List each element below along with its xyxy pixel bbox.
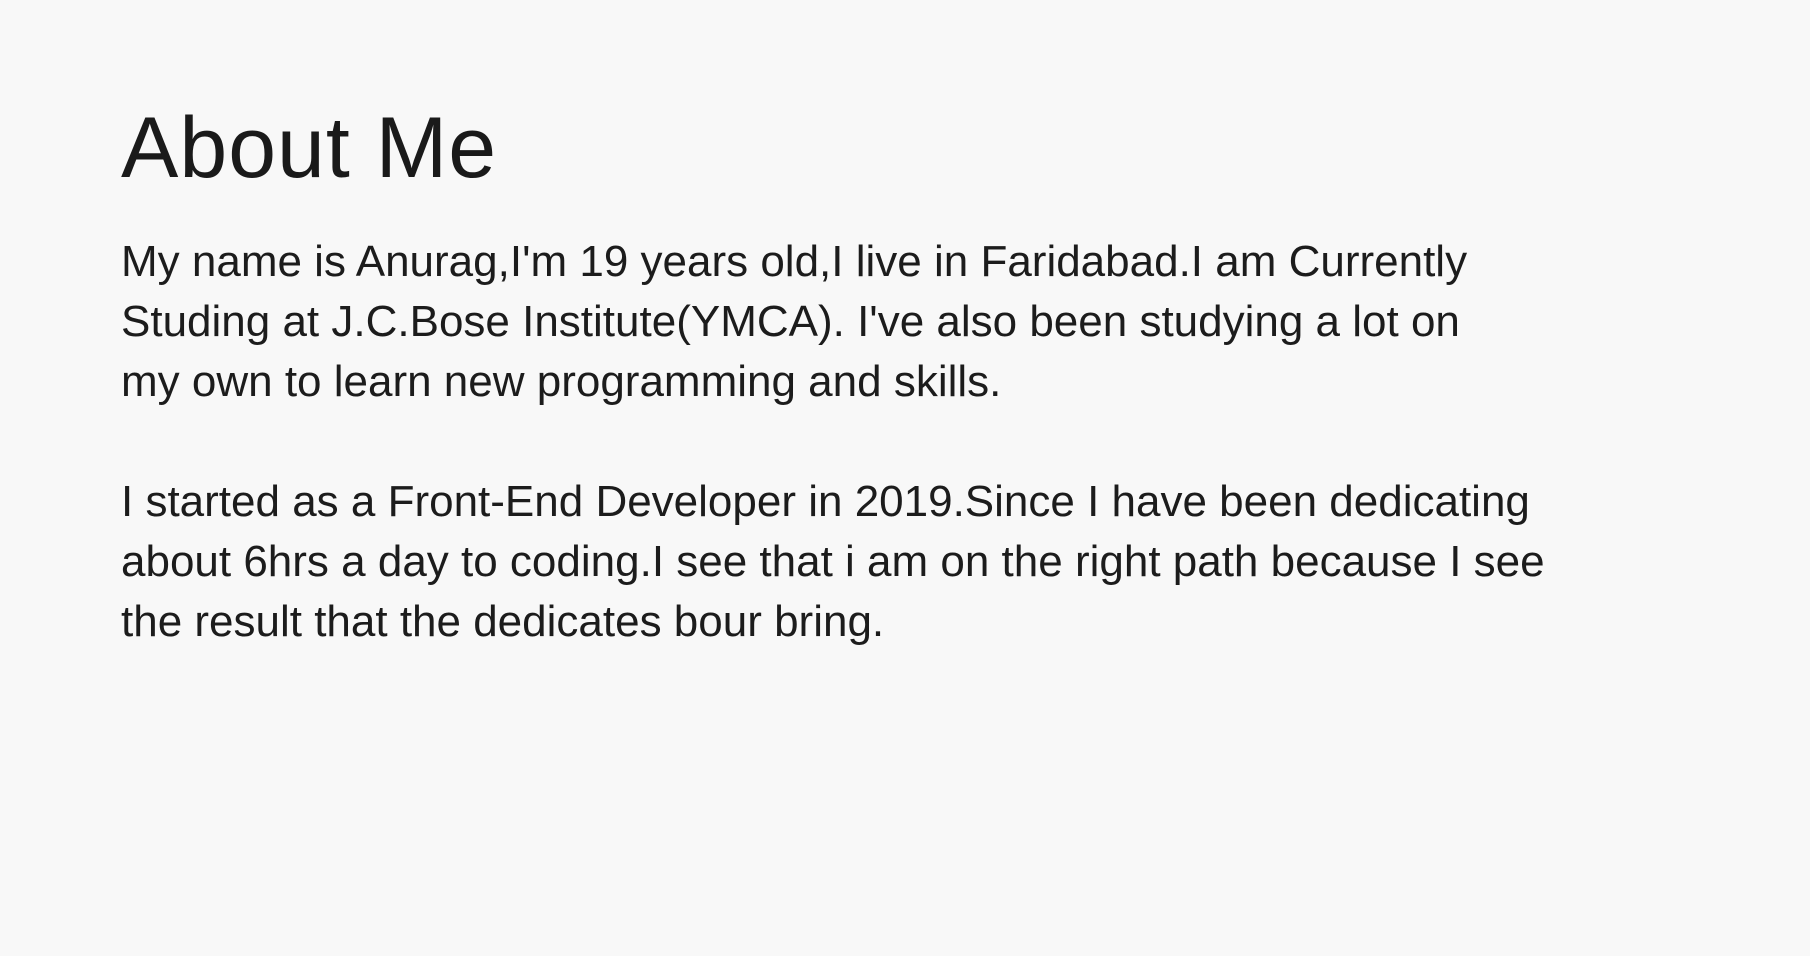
paragraph-line: the result that the dedicates bour bring… bbox=[121, 597, 885, 646]
paragraph-line: I started as a Front-End Developer in 20… bbox=[121, 477, 1530, 526]
page-title: About Me bbox=[121, 100, 498, 196]
paragraph-line: My name is Anurag,I'm 19 years old,I liv… bbox=[121, 237, 1468, 286]
paragraph-line: Studing at J.C.Bose Institute(YMCA). I'v… bbox=[121, 297, 1460, 346]
paragraph-line: about 6hrs a day to coding.I see that i … bbox=[121, 537, 1545, 586]
paragraph-line: my own to learn new programming and skil… bbox=[121, 357, 1002, 406]
about-section: About Me My name is Anurag,I'm 19 years … bbox=[121, 96, 1721, 652]
about-paragraph-intro: My name is Anurag,I'm 19 years old,I liv… bbox=[121, 232, 1721, 412]
about-paragraph-career: I started as a Front-End Developer in 20… bbox=[121, 472, 1721, 652]
